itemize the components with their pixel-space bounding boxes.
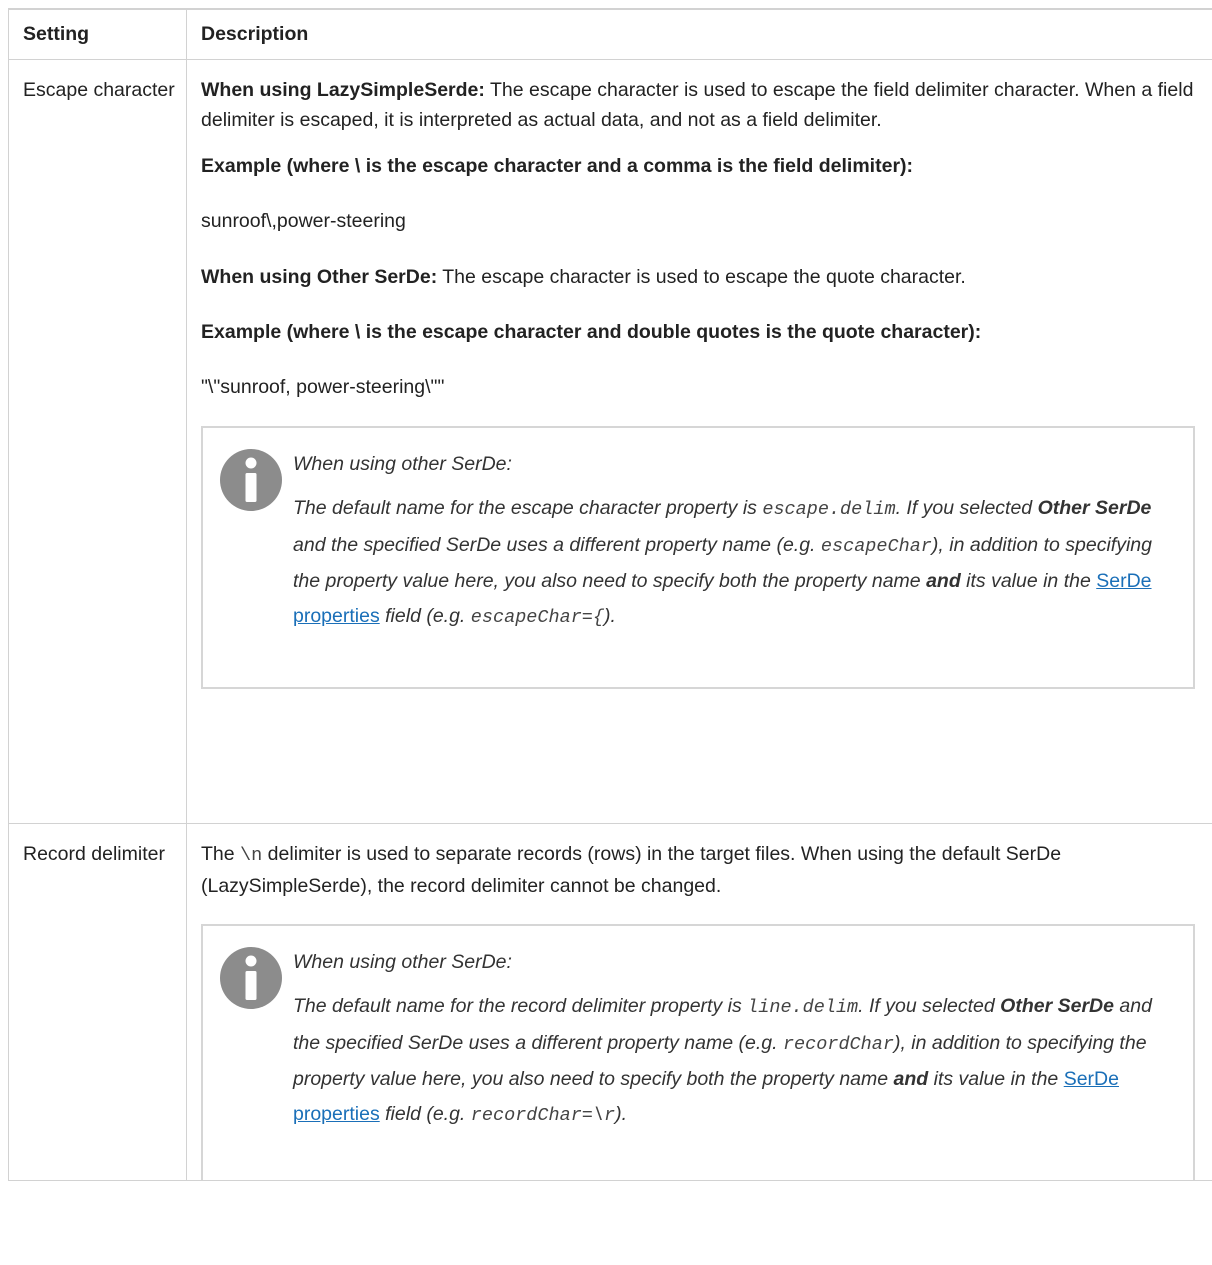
paragraph-text: delimiter is used to separate records (r… [201, 843, 1062, 897]
example-heading-2: Example (where \ is the escape character… [201, 321, 982, 343]
example-value-1: sunroof\,power-steering [201, 210, 406, 232]
note-box: When using other SerDe: The default name… [201, 426, 1195, 689]
note-code: escapeChar={ [470, 606, 605, 628]
note-text: ). [615, 1102, 628, 1125]
paragraph-lazysimpleserde: When using LazySimpleSerde: The escape c… [201, 75, 1204, 135]
setting-cell: Escape character [8, 59, 187, 824]
header-setting: Setting [8, 8, 187, 60]
note-text: The default name for the escape characte… [293, 497, 763, 519]
note-heading: When using other SerDe: [293, 951, 512, 973]
note-body: The default name for the record delimite… [293, 989, 1173, 1133]
table-header-row: Setting Description [8, 8, 1212, 60]
note-text: The default name for the record delimite… [293, 995, 748, 1017]
note-code: recordChar=\r [470, 1104, 616, 1126]
note-text: ). [604, 604, 616, 627]
inline-code: \n [240, 845, 263, 866]
description-cell: The \n delimiter is used to separate rec… [186, 823, 1212, 1181]
paragraph-other-serde: When using Other SerDe: The escape chara… [201, 262, 1204, 292]
paragraph-text: The [201, 843, 241, 865]
description-cell: When using LazySimpleSerde: The escape c… [186, 59, 1212, 824]
note-text: and the specified SerDe uses a different… [293, 533, 821, 556]
note-bold: and [893, 1068, 929, 1090]
note-code: recordChar [782, 1033, 894, 1055]
note-code: escape.delim [762, 499, 896, 520]
note-bold: Other SerDe [1037, 497, 1152, 519]
note-bold: and [926, 570, 961, 592]
header-description: Description [186, 8, 1212, 60]
note-text: field (e.g. [385, 604, 471, 627]
settings-table: Setting Description Escape character Whe… [8, 8, 1212, 1181]
note-text: . If you selected [858, 995, 1001, 1017]
note-box: When using other SerDe: The default name… [201, 924, 1195, 1180]
paragraph-lead: When using Other SerDe: [201, 266, 438, 288]
note-text: field (e.g. [385, 1102, 471, 1125]
paragraph-record-delimiter: The \n delimiter is used to separate rec… [201, 839, 1204, 901]
note-code: escapeChar [820, 535, 932, 557]
note-code: line.delim [747, 997, 859, 1018]
example-heading-1: Example (where \ is the escape character… [201, 155, 914, 177]
table-row: Escape character When using LazySimpleSe… [8, 59, 1212, 824]
note-text: . If you selected [895, 497, 1038, 519]
example-value-2: "\"sunroof, power-steering\"" [201, 376, 445, 398]
note-body: The default name for the escape characte… [293, 491, 1173, 635]
info-icon [220, 449, 282, 511]
note-text: its value in the [928, 1068, 1064, 1090]
setting-cell: Record delimiter [8, 823, 187, 1181]
note-bold: Other SerDe [1000, 995, 1114, 1017]
paragraph-lead: When using LazySimpleSerde: [201, 79, 485, 101]
note-text: its value in the [960, 570, 1097, 592]
info-icon [220, 947, 282, 1009]
table-row: Record delimiter The \n delimiter is use… [8, 823, 1212, 1181]
paragraph-text: The escape character is used to escape t… [437, 266, 966, 288]
note-heading: When using other SerDe: [293, 453, 512, 475]
